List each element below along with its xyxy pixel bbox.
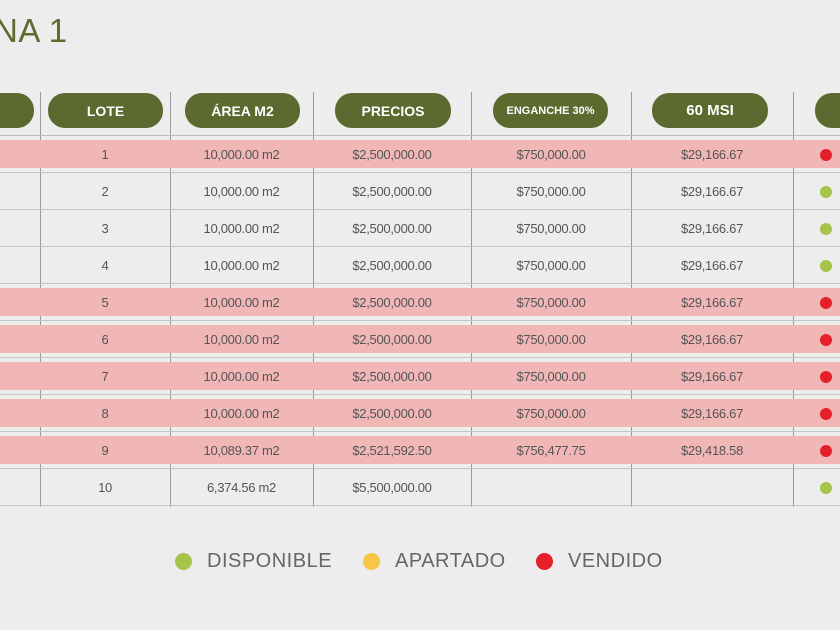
down-payment-cell: $750,000.00 bbox=[516, 406, 586, 421]
status-dot-icon bbox=[820, 482, 832, 494]
lote-cell: 4 bbox=[101, 258, 109, 273]
lote-cell: 6 bbox=[101, 332, 109, 347]
header-enganche-pill: ENGANCHE 30% bbox=[493, 93, 608, 128]
table-row: 8 10,000.00 m2 $2,500,000.00 $750,000.00 $29… bbox=[0, 395, 840, 432]
status-dot-icon bbox=[820, 297, 832, 309]
table-row: 1 10,000.00 m2 $2,500,000.00 $750,000.00 $29… bbox=[0, 136, 840, 173]
monthly-payment-cell: $29,166.67 bbox=[680, 221, 744, 236]
monthly-payment-cell: $29,166.67 bbox=[680, 332, 744, 347]
down-payment-cell: $750,000.00 bbox=[516, 295, 586, 310]
price-cell: $2,500,000.00 bbox=[352, 369, 432, 384]
area-cell: 10,000.00 m2 bbox=[203, 147, 280, 162]
legend-item-disponible: DISPONIBLE bbox=[175, 546, 332, 576]
row-divider bbox=[0, 505, 840, 506]
monthly-payment-cell: $29,166.67 bbox=[680, 406, 744, 421]
table-row: 10 6,374.56 m2 $5,500,000.00 bbox=[0, 469, 840, 506]
area-cell: 10,000.00 m2 bbox=[203, 221, 280, 236]
monthly-payment-cell: $29,166.67 bbox=[680, 369, 744, 384]
price-cell: $2,500,000.00 bbox=[352, 295, 432, 310]
price-cell: $2,500,000.00 bbox=[352, 258, 432, 273]
down-payment-cell: $750,000.00 bbox=[516, 332, 586, 347]
lote-cell: 1 bbox=[101, 147, 109, 162]
price-cell: $2,500,000.00 bbox=[352, 332, 432, 347]
area-cell: 10,000.00 m2 bbox=[203, 332, 280, 347]
down-payment-cell bbox=[471, 469, 631, 506]
lote-cell: 10 bbox=[98, 480, 112, 495]
legend-item-apartado: APARTADO bbox=[363, 546, 506, 576]
down-payment-cell: $750,000.00 bbox=[516, 221, 586, 236]
table-row: 4 10,000.00 m2 $2,500,000.00 $750,000.00 $29… bbox=[0, 247, 840, 284]
lote-cell: 7 bbox=[101, 369, 109, 384]
down-payment-cell: $750,000.00 bbox=[516, 258, 586, 273]
lote-cell: 2 bbox=[101, 184, 109, 199]
header-first-pill bbox=[0, 93, 34, 128]
apartado-dot-icon bbox=[363, 552, 380, 570]
price-cell: $2,500,000.00 bbox=[352, 221, 432, 236]
lote-cell: 3 bbox=[101, 221, 109, 236]
area-cell: 10,000.00 m2 bbox=[203, 184, 280, 199]
header-precios-pill: PRECIOS bbox=[335, 93, 451, 128]
price-cell: $2,521,592.50 bbox=[352, 443, 432, 458]
status-dot-icon bbox=[820, 223, 832, 235]
down-payment-cell: $750,000.00 bbox=[516, 147, 586, 162]
area-cell: 10,089.37 m2 bbox=[203, 443, 280, 458]
price-cell: $2,500,000.00 bbox=[352, 406, 432, 421]
status-legend: DISPONIBLE APARTADO VENDIDO bbox=[0, 546, 840, 576]
monthly-payment-cell: $29,418.58 bbox=[680, 443, 744, 458]
status-dot-icon bbox=[820, 371, 832, 383]
header-msi-pill: 60 MSI bbox=[652, 93, 768, 128]
table-row: 9 10,089.37 m2 $2,521,592.50 $756,477.75 $29… bbox=[0, 432, 840, 469]
area-cell: 10,000.00 m2 bbox=[203, 406, 280, 421]
status-dot-icon bbox=[820, 445, 832, 457]
area-cell: 6,374.56 m2 bbox=[207, 480, 276, 495]
monthly-payment-cell: $29,166.67 bbox=[680, 295, 744, 310]
down-payment-cell: $756,477.75 bbox=[516, 443, 586, 458]
price-cell: $2,500,000.00 bbox=[352, 184, 432, 199]
down-payment-cell: $750,000.00 bbox=[516, 369, 586, 384]
legend-label: DISPONIBLE bbox=[207, 549, 333, 572]
legend-label: APARTADO bbox=[395, 549, 506, 572]
legend-item-vendido: VENDIDO bbox=[536, 546, 663, 576]
price-cell: $5,500,000.00 bbox=[352, 480, 432, 495]
header-last-pill bbox=[815, 93, 840, 128]
down-payment-cell: $750,000.00 bbox=[516, 184, 586, 199]
monthly-payment-cell: $29,166.67 bbox=[680, 147, 744, 162]
status-dot-icon bbox=[820, 186, 832, 198]
header-area-pill: ÁREA M2 bbox=[185, 93, 300, 128]
disponible-dot-icon bbox=[175, 552, 192, 570]
area-cell: 10,000.00 m2 bbox=[203, 369, 280, 384]
table-row: 3 10,000.00 m2 $2,500,000.00 $750,000.00 $29… bbox=[0, 210, 840, 247]
status-dot-icon bbox=[820, 260, 832, 272]
area-cell: 10,000.00 m2 bbox=[203, 295, 280, 310]
price-cell: $2,500,000.00 bbox=[352, 147, 432, 162]
legend-label: VENDIDO bbox=[568, 549, 663, 572]
lots-table: LOTE ÁREA M2 PRECIOS ENGANCHE 30% 60 MSI… bbox=[0, 92, 840, 507]
table-row: 2 10,000.00 m2 $2,500,000.00 $750,000.00 $29… bbox=[0, 173, 840, 210]
status-dot-icon bbox=[820, 149, 832, 161]
table-row: 7 10,000.00 m2 $2,500,000.00 $750,000.00 $29… bbox=[0, 358, 840, 395]
vendido-dot-icon bbox=[536, 552, 553, 570]
monthly-payment-cell: $29,166.67 bbox=[680, 184, 744, 199]
lote-cell: 8 bbox=[101, 406, 109, 421]
table-row: 5 10,000.00 m2 $2,500,000.00 $750,000.00 $29… bbox=[0, 284, 840, 321]
table-row: 6 10,000.00 m2 $2,500,000.00 $750,000.00 $29… bbox=[0, 321, 840, 358]
header-lote-pill: LOTE bbox=[48, 93, 163, 128]
monthly-payment-cell bbox=[631, 469, 793, 506]
lote-cell: 5 bbox=[101, 295, 109, 310]
area-cell: 10,000.00 m2 bbox=[203, 258, 280, 273]
lote-cell: 9 bbox=[101, 443, 109, 458]
status-dot-icon bbox=[820, 334, 832, 346]
page-title: NA 1 bbox=[0, 12, 68, 49]
status-dot-icon bbox=[820, 408, 832, 420]
monthly-payment-cell: $29,166.67 bbox=[680, 258, 744, 273]
